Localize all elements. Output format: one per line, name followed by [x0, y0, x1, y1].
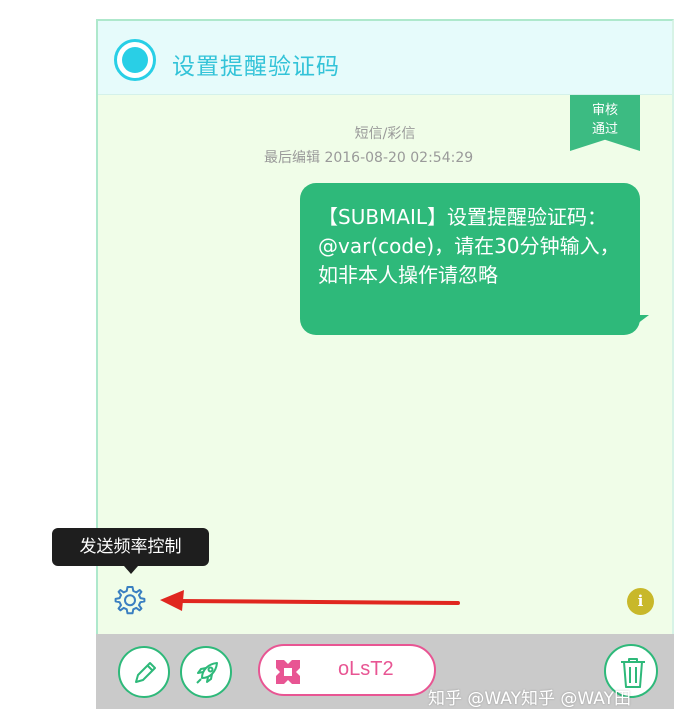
edit-button[interactable] — [118, 646, 170, 698]
card-header: 设置提醒验证码 — [98, 21, 672, 95]
send-button[interactable] — [180, 646, 232, 698]
template-title: 设置提醒验证码 — [172, 54, 340, 80]
tooltip-arrow — [124, 566, 138, 574]
gear-icon[interactable] — [114, 584, 146, 616]
select-radio[interactable] — [114, 39, 156, 81]
info-icon[interactable]: i — [627, 588, 654, 615]
tooltip: 发送频率控制 — [52, 528, 209, 566]
project-icon — [276, 660, 300, 684]
rocket-icon — [196, 662, 218, 684]
project-code-label: oLsT2 — [338, 658, 394, 680]
last-edited: 最后编辑 2016-08-20 02:54:29 — [264, 150, 474, 166]
pencil-icon — [135, 662, 156, 683]
project-code-button[interactable]: oLsT2 — [258, 644, 436, 696]
watermark: 知乎 @WAY知乎 @WAY田 — [428, 689, 631, 709]
red-arrow-annotation — [160, 590, 460, 611]
ribbon-line1: 审核 — [591, 103, 618, 118]
radio-dot — [122, 47, 148, 73]
message-type: 短信/彩信 — [354, 126, 416, 142]
bubble-tail — [625, 315, 649, 333]
message-bubble: 【SUBMAIL】设置提醒验证码：@var(code)，请在30分钟输入，如非本… — [300, 183, 640, 335]
